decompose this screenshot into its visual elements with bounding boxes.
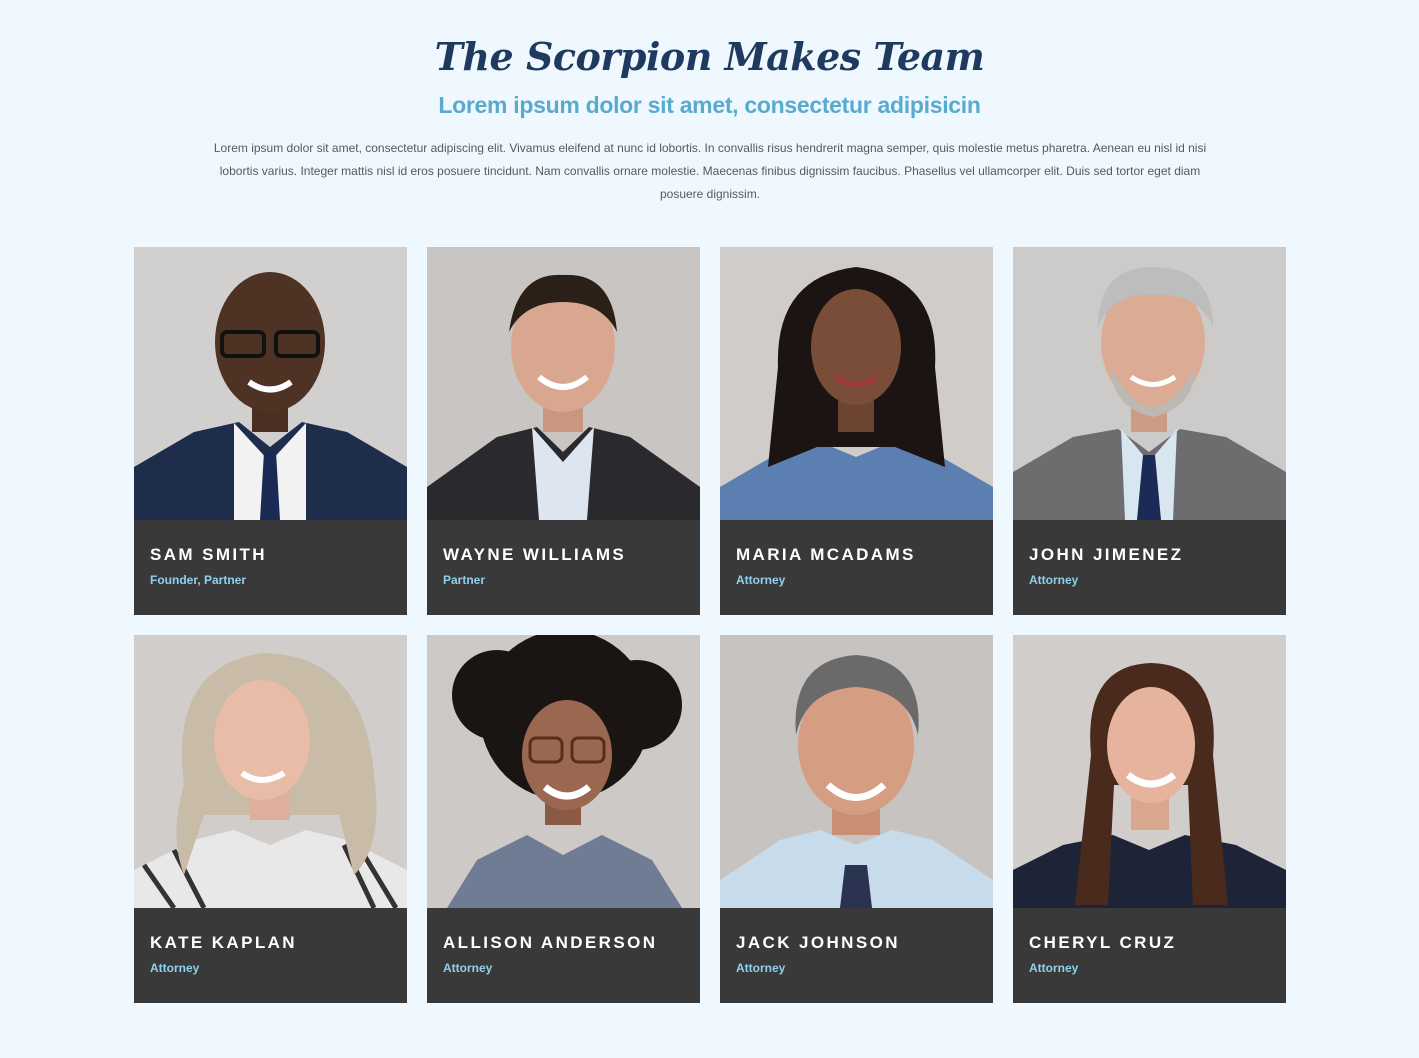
team-member-photo: [427, 635, 700, 908]
team-member-role: Partner: [443, 573, 486, 587]
team-member-role: Founder, Partner: [150, 573, 247, 587]
team-member-name: JOHN JIMENEZ: [1029, 545, 1184, 564]
team-card[interactable]: JACK JOHNSON Attorney: [720, 635, 993, 1003]
team-card[interactable]: ALLISON ANDERSON Attorney: [427, 635, 700, 1003]
team-member-name: SAM SMITH: [150, 545, 267, 564]
team-member-name: WAYNE WILLIAMS: [443, 545, 627, 564]
intro-paragraph: Lorem ipsum dolor sit amet, consectetur …: [213, 141, 1207, 201]
page-subtitle: Lorem ipsum dolor sit amet, consectetur …: [438, 92, 981, 118]
team-member-photo: [134, 247, 407, 520]
team-member-role: Attorney: [1029, 573, 1079, 587]
page-title: The Scorpion Makes Team: [434, 34, 985, 79]
team-member-role: Attorney: [150, 961, 200, 975]
team-member-name: ALLISON ANDERSON: [443, 933, 658, 952]
team-grid: SAM SMITH Founder, Partner WAYNE WILLIAM…: [134, 247, 1286, 1003]
team-member-photo: [427, 247, 700, 520]
team-member-name: JACK JOHNSON: [736, 933, 900, 952]
team-member-photo: [134, 635, 407, 908]
team-member-name: CHERYL CRUZ: [1029, 933, 1177, 952]
team-card[interactable]: WAYNE WILLIAMS Partner: [427, 247, 700, 615]
team-member-role: Attorney: [736, 961, 786, 975]
team-card[interactable]: CHERYL CRUZ Attorney: [1013, 635, 1286, 1003]
team-member-name: KATE KAPLAN: [150, 933, 297, 952]
team-member-role: Attorney: [443, 961, 493, 975]
team-member-photo: [720, 635, 993, 908]
team-member-name: MARIA MCADAMS: [736, 545, 916, 564]
team-card[interactable]: MARIA MCADAMS Attorney: [720, 247, 993, 615]
team-card[interactable]: KATE KAPLAN Attorney: [134, 635, 407, 1003]
team-member-photo: [1013, 635, 1286, 908]
team-member-photo: [1013, 247, 1286, 520]
team-member-photo: [720, 247, 993, 520]
team-member-role: Attorney: [1029, 961, 1079, 975]
team-card[interactable]: JOHN JIMENEZ Attorney: [1013, 247, 1286, 615]
team-member-role: Attorney: [736, 573, 786, 587]
team-card[interactable]: SAM SMITH Founder, Partner: [134, 247, 407, 615]
